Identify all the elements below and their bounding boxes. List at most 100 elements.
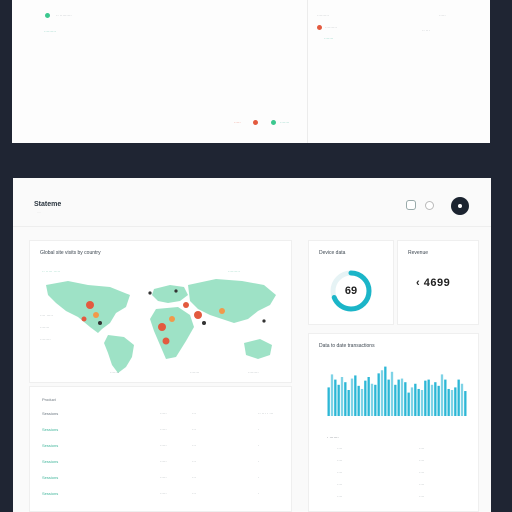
bar[interactable] — [424, 380, 427, 416]
bar[interactable] — [374, 384, 377, 416]
previous-dashboard-panel: ·· ········· ········· ········· ····· ·… — [12, 0, 490, 143]
bar[interactable] — [404, 382, 407, 416]
bar[interactable] — [347, 390, 350, 416]
bar[interactable] — [397, 379, 400, 416]
bar[interactable] — [440, 374, 444, 416]
world-map-svg — [46, 279, 276, 373]
top-row-label: ········· — [317, 13, 329, 18]
table-row[interactable]: ···· ···· — [309, 494, 480, 504]
bar[interactable] — [400, 378, 404, 416]
map-marker — [162, 337, 170, 345]
brand-title[interactable]: Stateme — [34, 201, 61, 208]
bar[interactable] — [340, 377, 344, 416]
bar[interactable] — [390, 371, 394, 416]
bar[interactable] — [437, 385, 440, 416]
bar[interactable] — [407, 392, 410, 416]
status-dot-icon — [45, 13, 50, 18]
map-label: ········ — [40, 337, 51, 342]
continent-europe — [152, 285, 188, 303]
bar[interactable] — [417, 388, 420, 416]
table-row[interactable]: Sessions ····· ··· · — [30, 491, 293, 501]
bar[interactable] — [337, 384, 340, 416]
top-row-value: ····· — [439, 13, 446, 18]
row-cell: ··· — [192, 475, 196, 480]
bar[interactable] — [434, 382, 437, 416]
map-label: ······· — [110, 370, 120, 375]
table-row[interactable]: Sessions ····· ··· ·· ··· · ··· — [30, 411, 293, 421]
bottom-legend: ······· — [280, 120, 290, 125]
panel-toggle-button[interactable] — [406, 200, 416, 210]
donut-value: 69 — [344, 285, 358, 297]
map-marker — [174, 289, 178, 293]
bar[interactable] — [360, 388, 364, 416]
bar[interactable] — [460, 383, 464, 416]
products-table: Sessions ····· ··· ·· ··· · ··· Sessions ····… — [30, 411, 293, 511]
top-legend: ········· — [325, 25, 337, 30]
bar[interactable] — [420, 390, 424, 416]
bar[interactable] — [344, 382, 347, 416]
kpi-total-panel: Revenue ‹ 4699 — [397, 240, 479, 325]
bar-chart-title: Data to date transactions — [319, 343, 375, 349]
row-cell: ·· ··· · ··· — [258, 411, 274, 416]
settings-circle-button[interactable] — [425, 201, 434, 210]
row-cell: ··· — [192, 427, 196, 432]
table-row[interactable]: ···· ···· — [309, 482, 480, 492]
table-row[interactable]: Sessions ····· ··· · — [30, 459, 293, 469]
bar[interactable] — [457, 379, 460, 416]
bar[interactable] — [377, 373, 380, 416]
bar[interactable] — [414, 383, 417, 416]
row-cell: ···· — [337, 470, 343, 475]
bar[interactable] — [327, 387, 330, 416]
map-marker — [148, 291, 152, 295]
table-row[interactable]: ···· ···· — [309, 446, 480, 456]
row-cell: ····· — [160, 475, 167, 480]
bar[interactable] — [430, 384, 434, 416]
top-row-value: ·· ··· — [422, 28, 430, 33]
bar[interactable] — [350, 378, 354, 416]
divider — [307, 0, 308, 143]
row-cell: ···· — [419, 458, 425, 463]
kpi-donut-panel: Device data 69 — [308, 240, 394, 325]
row-cell: ··· — [192, 443, 196, 448]
bar[interactable] — [454, 387, 457, 416]
table-row[interactable]: Sessions ····· ··· · — [30, 443, 293, 453]
map-marker — [183, 302, 189, 308]
avatar[interactable] — [451, 197, 469, 215]
continent-africa — [150, 307, 194, 359]
table-row[interactable]: ···· ···· — [309, 470, 480, 480]
continent-australia — [244, 339, 272, 359]
bar[interactable] — [384, 366, 387, 416]
map-marker — [202, 321, 206, 325]
bar[interactable] — [367, 377, 370, 416]
bar[interactable] — [380, 370, 384, 416]
bar[interactable] — [330, 374, 334, 416]
row-cell: ···· — [419, 470, 425, 475]
row-cell: ···· — [337, 458, 343, 463]
bar[interactable] — [464, 391, 467, 416]
bar[interactable] — [387, 379, 390, 416]
row-cell: ····· — [160, 491, 167, 496]
bar[interactable] — [450, 390, 454, 416]
bar[interactable] — [357, 385, 360, 416]
row-name: Sessions — [42, 475, 59, 480]
kpi-total-value: ‹ 4699 — [416, 277, 451, 289]
bar[interactable] — [364, 380, 367, 416]
table-row[interactable]: Sessions ····· ··· · — [30, 427, 293, 437]
bar[interactable] — [410, 387, 414, 416]
map-label: ······· — [190, 370, 200, 375]
world-map[interactable] — [38, 261, 284, 378]
bar[interactable] — [447, 388, 450, 416]
row-cell: · — [258, 459, 260, 464]
bar[interactable] — [444, 379, 447, 416]
table-header-product: Product — [42, 397, 56, 402]
bar[interactable] — [427, 379, 430, 416]
table-row[interactable]: Sessions ····· ··· · — [30, 475, 293, 485]
row-cell: ···· — [419, 446, 425, 451]
bar[interactable] — [394, 384, 397, 416]
bar[interactable] — [370, 383, 374, 416]
table-row[interactable]: ···· ···· — [309, 458, 480, 468]
map-marker — [194, 311, 202, 319]
map-marker — [169, 316, 175, 322]
bar[interactable] — [354, 375, 357, 416]
bar[interactable] — [334, 379, 337, 416]
